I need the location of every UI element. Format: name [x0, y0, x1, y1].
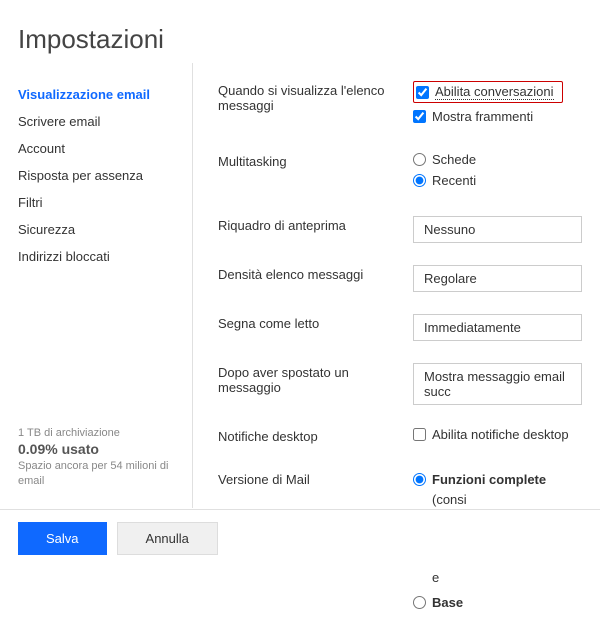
setting-desktop-notif: Notifiche desktop Abilita notifiche desk…: [218, 427, 582, 448]
sidebar-item-out-of-office[interactable]: Risposta per assenza: [18, 162, 192, 189]
setting-after-move: Dopo aver spostato un messaggio Mostra m…: [218, 363, 582, 405]
radio-full[interactable]: [413, 473, 426, 486]
radio-tabs-wrapper: Schede: [413, 152, 582, 167]
checkbox-snippets-wrapper: Mostra frammenti: [413, 109, 582, 124]
cancel-button[interactable]: Annulla: [117, 522, 218, 555]
setting-preview-pane: Riquadro di anteprima Nessuno: [218, 216, 582, 243]
save-button[interactable]: Salva: [18, 522, 107, 555]
setting-label: Notifiche desktop: [218, 427, 413, 444]
checkbox-label: Abilita conversazioni: [435, 84, 554, 100]
setting-control: Abilita conversazioni Mostra frammenti: [413, 81, 582, 130]
storage-total: 1 TB di archiviazione: [18, 427, 182, 439]
radio-label-rest: (consi: [432, 492, 467, 507]
checkbox-desktop-notif-wrapper: Abilita notifiche desktop: [413, 427, 582, 442]
setting-control: Nessuno: [413, 216, 582, 243]
setting-label: Versione di Mail: [218, 470, 413, 487]
setting-message-list: Quando si visualizza l'elenco messaggi A…: [218, 81, 582, 130]
setting-label: Dopo aver spostato un messaggio: [218, 363, 413, 395]
sidebar-item-filters[interactable]: Filtri: [18, 189, 192, 216]
select-mark-read[interactable]: Immediatamente: [413, 314, 582, 341]
sidebar-item-blocked[interactable]: Indirizzi bloccati: [18, 243, 192, 270]
radio-base[interactable]: [413, 596, 426, 609]
setting-control: Immediatamente: [413, 314, 582, 341]
setting-label: Quando si visualizza l'elenco messaggi: [218, 81, 413, 113]
checkbox-label: Mostra frammenti: [432, 109, 533, 124]
select-preview-pane[interactable]: Nessuno: [413, 216, 582, 243]
checkbox-conversations-wrapper: Abilita conversazioni: [413, 81, 582, 103]
checkbox-snippets[interactable]: [413, 110, 426, 123]
select-density[interactable]: Regolare: [413, 265, 582, 292]
checkbox-desktop-notif[interactable]: [413, 428, 426, 441]
sidebar-item-write-email[interactable]: Scrivere email: [18, 108, 192, 135]
checkbox-label: Abilita notifiche desktop: [432, 427, 569, 442]
radio-label: Base: [432, 595, 463, 610]
setting-control: Mostra messaggio email succ: [413, 363, 582, 405]
setting-label: Segna come letto: [218, 314, 413, 331]
setting-label: Multitasking: [218, 152, 413, 169]
page-title: Impostazioni: [18, 24, 600, 55]
radio-label: Schede: [432, 152, 476, 167]
setting-density: Densità elenco messaggi Regolare: [218, 265, 582, 292]
highlight-box: Abilita conversazioni: [413, 81, 563, 103]
radio-label-bold: Funzioni complete: [432, 472, 546, 487]
select-after-move[interactable]: Mostra messaggio email succ: [413, 363, 582, 405]
header: Impostazioni: [0, 0, 600, 63]
radio-recent[interactable]: [413, 174, 426, 187]
sidebar-item-account[interactable]: Account: [18, 135, 192, 162]
setting-control: Schede Recenti: [413, 152, 582, 194]
storage-remaining: Spazio ancora per 54 milioni di email: [18, 459, 182, 488]
setting-control: Regolare: [413, 265, 582, 292]
sidebar-item-security[interactable]: Sicurezza: [18, 216, 192, 243]
radio-base-wrapper: Base: [413, 595, 582, 610]
setting-control: Abilita notifiche desktop: [413, 427, 582, 448]
setting-label: Riquadro di anteprima: [218, 216, 413, 233]
checkbox-conversations[interactable]: [416, 86, 429, 99]
setting-mark-read: Segna come letto Immediatamente: [218, 314, 582, 341]
footer: Salva Annulla: [0, 509, 600, 567]
sidebar-item-view-email[interactable]: Visualizzazione email: [18, 81, 192, 108]
radio-tabs[interactable]: [413, 153, 426, 166]
radio-label: Recenti: [432, 173, 476, 188]
setting-multitasking: Multitasking Schede Recenti: [218, 152, 582, 194]
storage-used: 0.09% usato: [18, 441, 182, 457]
radio-recent-wrapper: Recenti: [413, 173, 582, 188]
storage-info: 1 TB di archiviazione 0.09% usato Spazio…: [18, 427, 192, 508]
nav-list: Visualizzazione email Scrivere email Acc…: [18, 81, 192, 270]
sidebar: Visualizzazione email Scrivere email Acc…: [18, 63, 193, 508]
setting-label: Densità elenco messaggi: [218, 265, 413, 282]
